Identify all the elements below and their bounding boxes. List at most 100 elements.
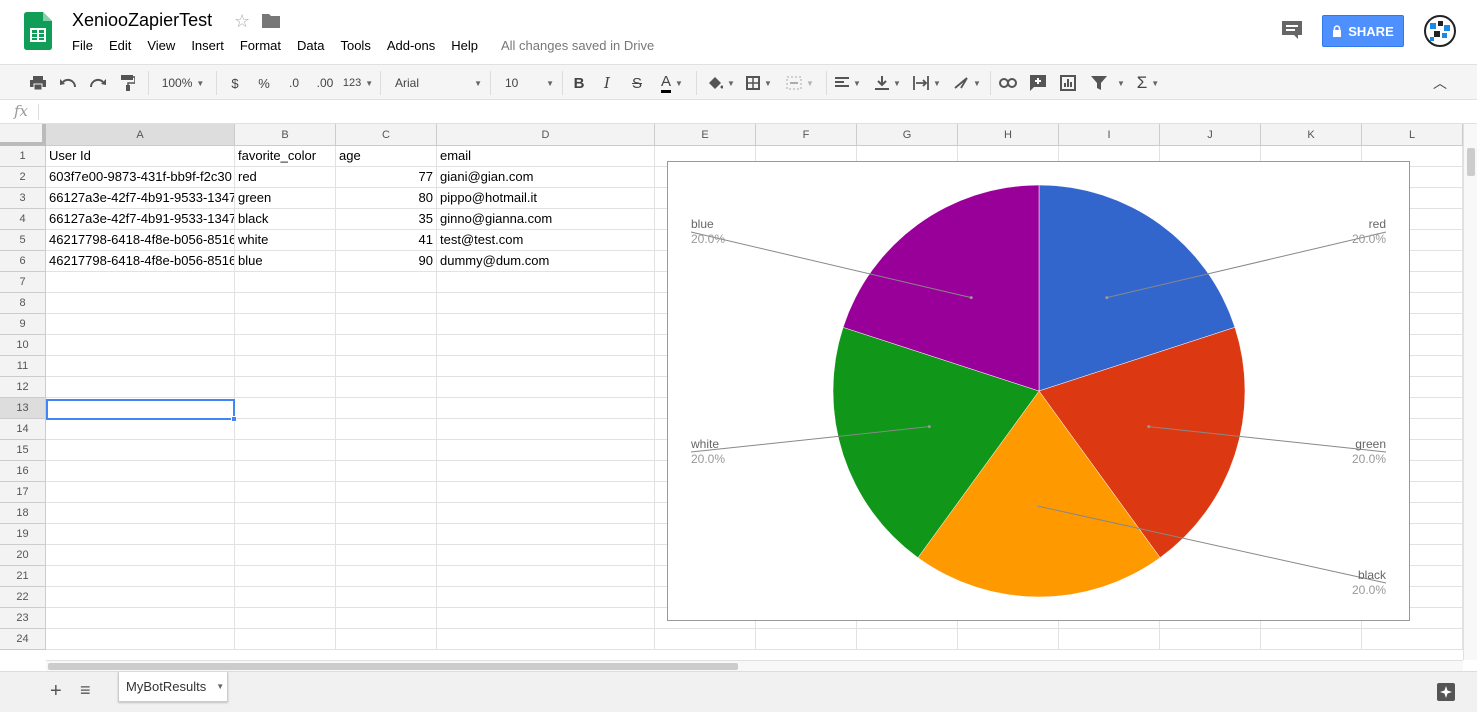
bold-button[interactable]: B (570, 71, 588, 95)
column-header-d[interactable]: D (437, 124, 655, 146)
grid-cell[interactable] (336, 293, 437, 314)
header-cell[interactable]: favorite_color (235, 146, 336, 167)
grid-cell[interactable] (235, 377, 336, 398)
italic-button[interactable]: I (598, 71, 616, 95)
grid-cell[interactable] (437, 566, 655, 587)
grid-cell[interactable] (1059, 629, 1160, 650)
grid-cell[interactable] (958, 629, 1059, 650)
grid-cell[interactable] (437, 398, 655, 419)
menu-help[interactable]: Help (451, 38, 478, 53)
column-header-e[interactable]: E (655, 124, 756, 146)
header-cell[interactable]: User Id (46, 146, 235, 167)
share-button[interactable]: SHARE (1322, 15, 1404, 47)
row-header-4[interactable]: 4 (0, 209, 46, 230)
grid-cell[interactable] (1362, 629, 1463, 650)
grid-cell[interactable] (1261, 629, 1362, 650)
row-header-23[interactable]: 23 (0, 608, 46, 629)
table-cell[interactable]: pippo@hotmail.it (437, 188, 655, 209)
grid-cell[interactable] (437, 293, 655, 314)
row-header-6[interactable]: 6 (0, 251, 46, 272)
grid-cell[interactable] (336, 314, 437, 335)
grid-cell[interactable] (235, 419, 336, 440)
collapse-toolbar-icon[interactable]: ︿ (1430, 71, 1450, 95)
grid-cell[interactable] (235, 314, 336, 335)
grid-cell[interactable] (235, 608, 336, 629)
grid-cell[interactable] (235, 440, 336, 461)
table-cell[interactable]: 90 (336, 251, 437, 272)
table-cell[interactable]: red (235, 167, 336, 188)
font-select[interactable]: Arial ▼ (390, 71, 482, 95)
grid-cell[interactable] (46, 545, 235, 566)
grid-cell[interactable] (437, 272, 655, 293)
menu-insert[interactable]: Insert (191, 38, 224, 53)
grid-cell[interactable] (235, 356, 336, 377)
column-header-i[interactable]: I (1059, 124, 1160, 146)
column-header-b[interactable]: B (235, 124, 336, 146)
grid-cell[interactable] (336, 545, 437, 566)
table-cell[interactable]: white (235, 230, 336, 251)
grid-cell[interactable] (46, 272, 235, 293)
column-header-f[interactable]: F (756, 124, 857, 146)
row-header-7[interactable]: 7 (0, 272, 46, 293)
row-header-2[interactable]: 2 (0, 167, 46, 188)
grid-cell[interactable] (336, 482, 437, 503)
grid-cell[interactable] (437, 377, 655, 398)
table-cell[interactable]: green (235, 188, 336, 209)
grid-cell[interactable] (235, 524, 336, 545)
text-rotation-icon[interactable]: ▼ (950, 71, 984, 95)
row-header-9[interactable]: 9 (0, 314, 46, 335)
sheets-logo-icon[interactable] (24, 12, 52, 50)
menu-view[interactable]: View (147, 38, 175, 53)
table-cell[interactable]: test@test.com (437, 230, 655, 251)
grid-cell[interactable] (437, 335, 655, 356)
percent-format-button[interactable]: % (254, 71, 274, 95)
row-header-13[interactable]: 13 (0, 398, 46, 419)
grid-cell[interactable] (1160, 629, 1261, 650)
column-header-l[interactable]: L (1362, 124, 1463, 146)
row-header-17[interactable]: 17 (0, 482, 46, 503)
currency-format-button[interactable]: $ (226, 71, 244, 95)
horizontal-scrollbar[interactable] (46, 660, 1463, 671)
table-cell[interactable]: 46217798-6418-4f8e-b056-8516 (46, 230, 235, 251)
menu-data[interactable]: Data (297, 38, 324, 53)
row-header-5[interactable]: 5 (0, 230, 46, 251)
table-cell[interactable]: 35 (336, 209, 437, 230)
header-cell[interactable]: email (437, 146, 655, 167)
menu-edit[interactable]: Edit (109, 38, 131, 53)
row-header-1[interactable]: 1 (0, 146, 46, 167)
paint-format-icon[interactable] (118, 71, 138, 95)
grid-cell[interactable] (336, 398, 437, 419)
grid-cell[interactable] (235, 629, 336, 650)
grid-cell[interactable] (336, 524, 437, 545)
table-cell[interactable]: ginno@gianna.com (437, 209, 655, 230)
grid-cell[interactable] (336, 503, 437, 524)
grid-cell[interactable] (235, 293, 336, 314)
grid-cell[interactable] (336, 377, 437, 398)
grid-cell[interactable] (437, 608, 655, 629)
grid-cell[interactable] (437, 419, 655, 440)
menu-addons[interactable]: Add-ons (387, 38, 435, 53)
column-header-k[interactable]: K (1261, 124, 1362, 146)
row-header-16[interactable]: 16 (0, 461, 46, 482)
row-header-24[interactable]: 24 (0, 629, 46, 650)
chevron-down-icon[interactable]: ▼ (216, 682, 224, 691)
formula-input[interactable] (46, 100, 1466, 123)
decrease-decimals-button[interactable]: .0 (282, 71, 306, 95)
pie-chart[interactable]: red 20.0% green 20.0% black 20.0% white 20.0% bl… (667, 161, 1410, 621)
grid-cell[interactable] (46, 566, 235, 587)
save-status[interactable]: All changes saved in Drive (501, 38, 654, 53)
grid-cell[interactable] (437, 587, 655, 608)
grid-cell[interactable] (336, 587, 437, 608)
menu-format[interactable]: Format (240, 38, 281, 53)
grid-cell[interactable] (235, 398, 336, 419)
table-cell[interactable]: giani@gian.com (437, 167, 655, 188)
strikethrough-button[interactable]: S (628, 71, 646, 95)
folder-icon[interactable] (262, 13, 280, 28)
text-wrapping-icon[interactable]: ▼ (910, 71, 944, 95)
grid-cell[interactable] (437, 545, 655, 566)
all-sheets-icon[interactable]: ≡ (80, 680, 91, 701)
grid-cell[interactable] (336, 272, 437, 293)
table-cell[interactable]: 46217798-6418-4f8e-b056-8516 (46, 251, 235, 272)
vertical-scrollbar[interactable] (1463, 124, 1477, 660)
grid-cell[interactable] (46, 356, 235, 377)
